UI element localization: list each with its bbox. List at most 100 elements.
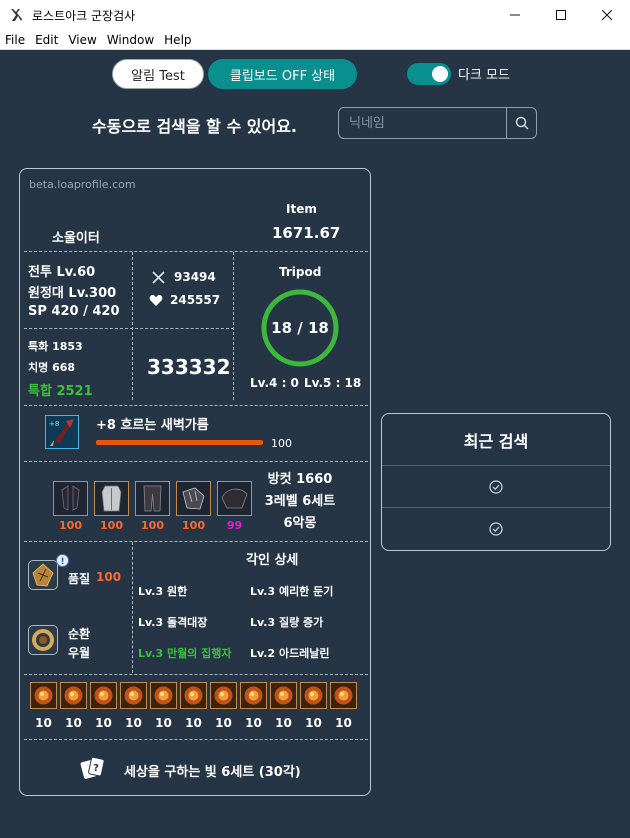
gem-icon (94, 686, 113, 705)
weapon-name: +8 흐르는 새벽가름 (96, 418, 209, 433)
gem-slot (330, 682, 357, 709)
divider (24, 461, 368, 462)
svg-text:+8: +8 (49, 420, 59, 428)
menu-bar: File Edit View Window Help (0, 30, 630, 50)
recent-search-item[interactable] (382, 465, 610, 507)
source-domain: beta.loaprofile.com (29, 178, 136, 191)
armor-gloves (217, 481, 252, 516)
svg-text:?: ? (93, 763, 99, 774)
info-badge-icon: ! (56, 554, 69, 567)
divider (24, 541, 368, 542)
menu-file[interactable]: File (0, 33, 30, 47)
cards-icon: ? (80, 756, 105, 779)
divider (24, 739, 368, 740)
combat-level: 전투 Lv.60 (28, 265, 96, 280)
heart-icon (149, 294, 163, 306)
gem-level: 10 (275, 716, 292, 730)
tripod-lv4: Lv.4 : 0 (250, 376, 299, 390)
title-bar: 로스트아크 군장검사 (0, 0, 630, 30)
gem-slot (210, 682, 237, 709)
divider (24, 251, 368, 252)
engraving: Lv.3 만월의 집행자 (138, 647, 232, 660)
gem-level: 10 (185, 716, 202, 730)
weapon-quality-fill (96, 440, 263, 445)
weapon-icon: +8 (45, 415, 79, 449)
menu-view[interactable]: View (63, 33, 101, 47)
check-circle-icon (489, 479, 503, 494)
check-circle-icon (489, 521, 503, 536)
gem-level: 10 (35, 716, 52, 730)
maximize-button[interactable] (538, 0, 584, 30)
divider (24, 328, 234, 329)
gem-slot (270, 682, 297, 709)
ability-stone-quality-label: 품질 (68, 572, 91, 586)
chest-armor-icon (101, 485, 122, 512)
gem-icon (64, 686, 83, 705)
engraving: Lv.3 예리한 둔기 (250, 585, 334, 598)
clipboard-toggle-button[interactable]: 클립보드 OFF 상태 (208, 59, 357, 89)
gem-icon (244, 686, 263, 705)
armor-pants (176, 481, 211, 516)
weapon-quality-bar (96, 440, 263, 445)
engraving: Lv.3 질량 증가 (250, 616, 324, 629)
gem-slot (180, 682, 207, 709)
pauldron-icon (221, 488, 248, 509)
close-button[interactable] (584, 0, 630, 30)
search-button[interactable] (506, 108, 536, 138)
recent-search-title: 최근 검색 (463, 432, 529, 451)
armor-quality: 99 (226, 519, 243, 532)
engraving: Lv.3 원한 (138, 585, 188, 598)
divider (233, 252, 234, 400)
gem-level: 10 (215, 716, 232, 730)
app-icon (11, 9, 22, 21)
class-name: 소울이터 (52, 231, 100, 246)
set-name: 6악몽 (283, 516, 317, 531)
dark-mode-toggle[interactable] (407, 63, 451, 85)
window-title: 로스트아크 군장검사 (32, 8, 136, 23)
card-set: 세상을 구하는 빛 6세트 (30각) (124, 765, 301, 780)
weapon-glaive-icon: +8 (49, 419, 74, 446)
menu-window[interactable]: Window (102, 33, 159, 47)
skill-points: SP 420 / 420 (28, 304, 120, 319)
gem-slot (30, 682, 57, 709)
recent-search-item[interactable] (382, 507, 610, 549)
armor-shoulder (94, 481, 129, 516)
gem-level: 10 (125, 716, 142, 730)
minimize-button[interactable] (492, 0, 538, 30)
gem-slot (90, 682, 117, 709)
nickname-search-input[interactable] (339, 108, 506, 138)
gem-level: 10 (155, 716, 172, 730)
stat-crit: 치명 668 (28, 361, 76, 374)
dark-mode-label: 다크 모드 (458, 68, 510, 83)
gem-icon (34, 686, 53, 705)
set-level: 3레벨 6세트 (264, 494, 336, 509)
armor-quality: 100 (59, 519, 82, 532)
gem-icon (154, 686, 173, 705)
gem-icon (184, 686, 203, 705)
armor-quality: 100 (100, 519, 123, 532)
armor-quality: 100 (141, 519, 164, 532)
bracelet-label: 우월 (68, 646, 91, 660)
alarm-test-button[interactable]: 알림 Test (112, 59, 204, 89)
divider (132, 252, 133, 400)
svg-text:!: ! (60, 557, 64, 567)
expedition-level: 원정대 Lv.300 (28, 286, 117, 301)
gem-level: 10 (95, 716, 112, 730)
gem-slot (300, 682, 327, 709)
menu-edit[interactable]: Edit (30, 33, 63, 47)
ability-stone-slot (28, 560, 58, 590)
engraving: Lv.2 아드레날린 (250, 647, 330, 660)
divider (132, 542, 133, 673)
swords-icon (152, 271, 165, 284)
gem-level: 10 (245, 716, 262, 730)
weapon-quality-value: 100 (271, 437, 292, 450)
item-level: 1671.67 (272, 224, 341, 242)
gem-icon (274, 686, 293, 705)
bracelet-label: 순환 (68, 627, 91, 641)
leg-armor-icon (143, 485, 162, 512)
menu-help[interactable]: Help (159, 33, 196, 47)
max-hp: 245557 (170, 293, 221, 307)
attack-power: 93494 (174, 270, 216, 284)
combat-power: 333332 (147, 355, 231, 379)
search-icon (515, 116, 529, 130)
